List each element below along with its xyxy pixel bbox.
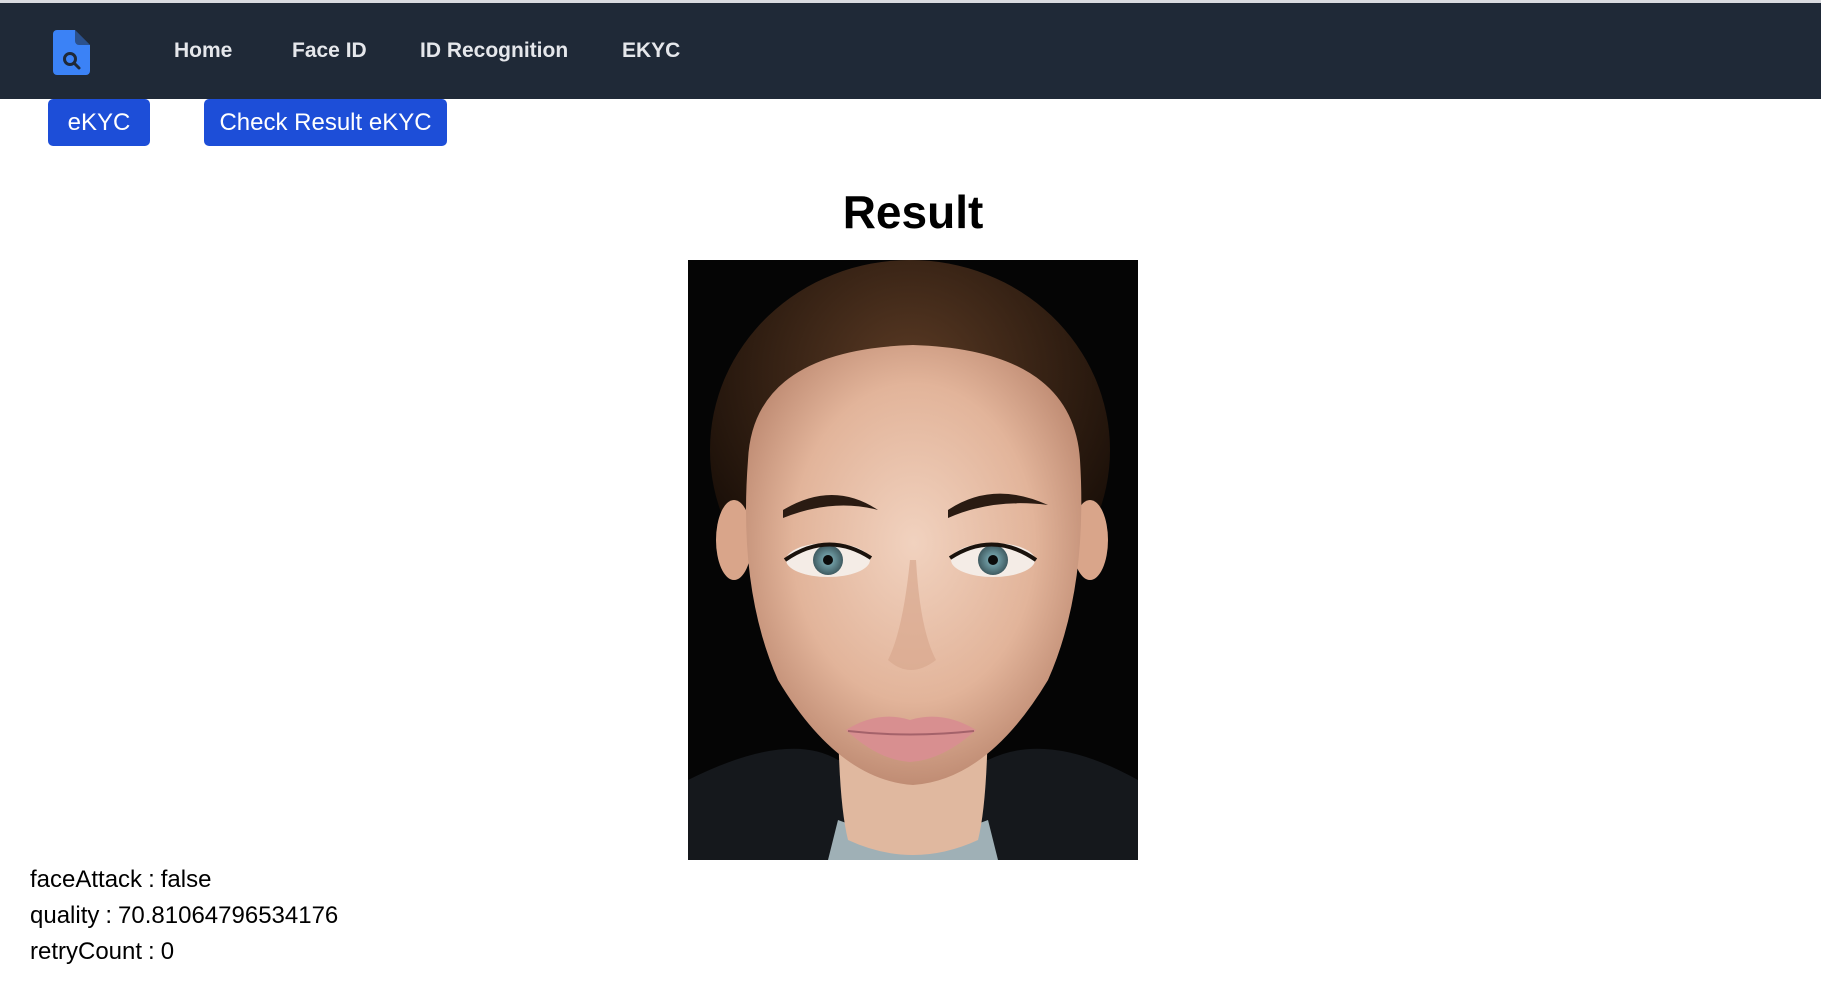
nav-face-id[interactable]: Face ID [292,3,367,99]
field-key: retryCount [30,938,143,965]
field-key: faceAttack [30,866,143,893]
result-field-quality: quality:70.81064796534176 [30,902,339,929]
field-value: 70.81064796534176 [118,902,339,929]
nav-home[interactable]: Home [174,3,232,99]
result-field-face-attack: faceAttack: false [30,866,212,893]
check-result-ekyc-button[interactable]: Check Result eKYC [204,99,447,146]
result-field-retry-count: retryCount:0 [30,938,175,965]
face-photo [688,260,1138,860]
field-value: 0 [160,938,175,965]
nav-ekyc[interactable]: EKYC [622,3,680,99]
result-title: Result [842,186,984,238]
document-search-icon[interactable] [53,30,90,75]
field-value: false [160,866,212,893]
nav-id-recognition[interactable]: ID Recognition [420,3,568,99]
ekyc-button[interactable]: eKYC [48,99,150,146]
field-key: quality [30,902,100,929]
top-navbar: Home Face ID ID Recognition EKYC [0,3,1821,99]
